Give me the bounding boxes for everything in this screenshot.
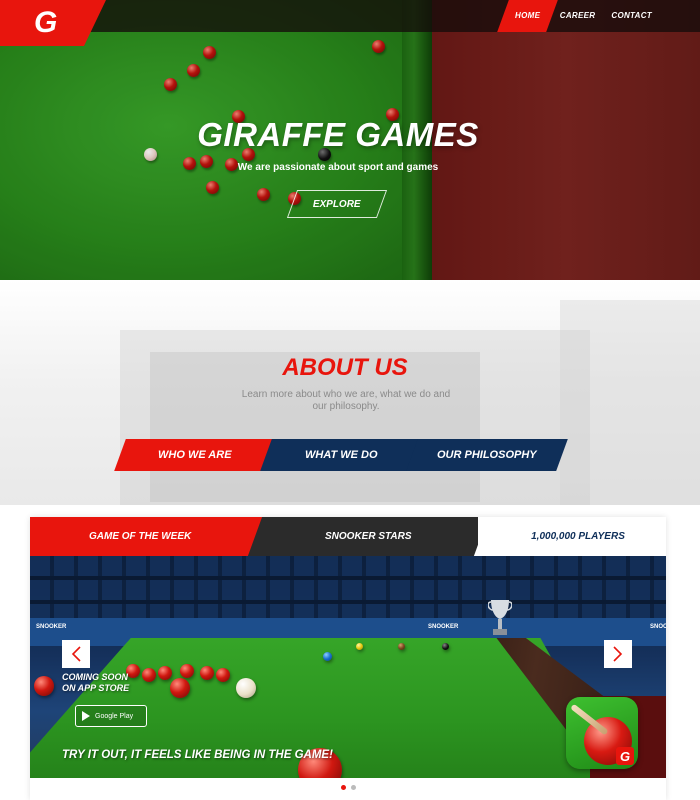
chevron-left-icon: [71, 646, 81, 662]
cue-ball: [236, 678, 256, 698]
logo[interactable]: G: [0, 0, 106, 46]
brown-ball: [398, 643, 405, 650]
slide-pagination: [30, 785, 666, 793]
tab-our-philosophy[interactable]: OUR PHILOSOPHY: [406, 439, 568, 471]
trophy-icon: [488, 600, 512, 635]
hero-section: G HOME CAREER CONTACT GIRAFFE GAMES We a…: [0, 0, 700, 280]
about-title: ABOUT US: [282, 354, 408, 381]
tab-snooker-stars[interactable]: SNOOKER STARS: [247, 517, 489, 556]
about-description: Learn more about who we are, what we do …: [241, 389, 451, 412]
red-ball: [216, 668, 230, 682]
game-tabs: GAME OF THE WEEK SNOOKER STARS 1,000,000…: [30, 517, 666, 556]
red-ball: [158, 666, 172, 680]
nav-career[interactable]: CAREER: [552, 0, 604, 32]
main-nav: HOME CAREER CONTACT: [496, 0, 660, 32]
prev-slide-button[interactable]: [62, 640, 90, 668]
red-ball: [200, 666, 214, 680]
background-person: [560, 300, 700, 505]
play-store-icon: [82, 711, 90, 721]
explore-button[interactable]: EXPLORE: [286, 190, 388, 218]
pagination-dot[interactable]: [350, 785, 356, 790]
red-ball: [180, 664, 194, 678]
app-icon[interactable]: G: [566, 697, 638, 769]
tab-players[interactable]: 1,000,000 PLAYERS: [478, 517, 666, 556]
seat-row: [30, 576, 666, 580]
game-slide: SNOOKER SNOOKER SNOOKER: [30, 556, 666, 778]
tab-what-we-do[interactable]: WHAT WE DO: [260, 439, 422, 471]
game-card: GAME OF THE WEEK SNOOKER STARS 1,000,000…: [30, 517, 666, 800]
banner-logo: SNOOKER: [650, 624, 666, 630]
svg-text:G: G: [34, 6, 57, 39]
banner-logo: SNOOKER: [428, 624, 459, 630]
game-tagline: TRY IT OUT, IT FEELS LIKE BEING IN THE G…: [62, 749, 333, 761]
chevron-right-icon: [613, 646, 623, 662]
black-ball: [442, 643, 449, 650]
red-ball: [142, 668, 156, 682]
nav-home[interactable]: HOME: [496, 0, 558, 32]
hero-title: GIRAFFE GAMES: [197, 116, 479, 153]
yellow-ball: [356, 643, 363, 650]
google-play-button[interactable]: Google Play: [75, 705, 147, 727]
coming-soon-text: COMING SOON ON APP STORE: [62, 672, 130, 693]
next-slide-button[interactable]: [604, 640, 632, 668]
tab-game-of-the-week[interactable]: GAME OF THE WEEK: [30, 517, 268, 556]
pagination-dot[interactable]: [340, 785, 346, 790]
nav-contact[interactable]: CONTACT: [603, 0, 660, 32]
red-ball: [170, 678, 190, 698]
red-ball: [34, 676, 54, 696]
hero-subtitle: We are passionate about sport and games: [237, 162, 439, 173]
seat-row: [30, 600, 666, 604]
banner-logo: SNOOKER: [36, 624, 67, 630]
app-logo-badge: G: [616, 747, 634, 765]
about-tabs: WHO WE ARE WHAT WE DO OUR PHILOSOPHY: [114, 439, 568, 471]
blue-ball: [323, 652, 332, 661]
tab-who-we-are[interactable]: WHO WE ARE: [114, 439, 276, 471]
game-section: GAME OF THE WEEK SNOOKER STARS 1,000,000…: [0, 505, 700, 800]
about-section: ABOUT US Learn more about who we are, wh…: [0, 280, 700, 505]
